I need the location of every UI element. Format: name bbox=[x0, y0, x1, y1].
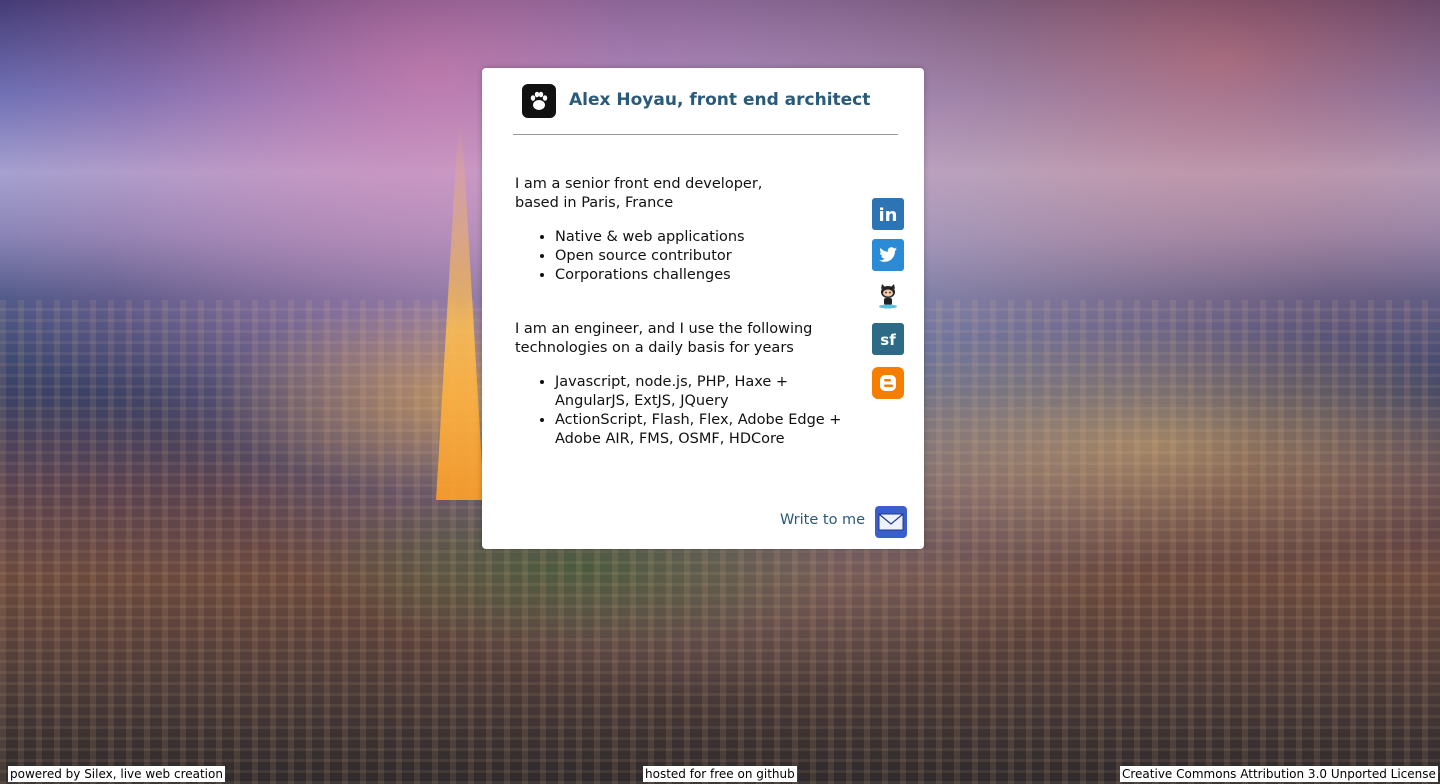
tech-line: Adobe AIR, FMS, OSMF, HDCore bbox=[555, 431, 785, 447]
linkedin-label: in bbox=[879, 205, 898, 226]
list-item: Corporations challenges bbox=[555, 266, 855, 285]
page-title: Alex Hoyau, front end architect bbox=[569, 90, 871, 110]
profile-card: Alex Hoyau, front end architect I am a s… bbox=[482, 68, 924, 549]
tech-line: ActionScript, Flash, Flex, Adobe Edge + bbox=[555, 412, 842, 428]
powered-prefix: powered by bbox=[10, 767, 85, 781]
engineer-line-1: I am an engineer, and I use the followin… bbox=[515, 321, 813, 337]
mail-icon[interactable] bbox=[875, 506, 907, 538]
about-section: I am a senior front end developer, based… bbox=[515, 175, 855, 449]
sourceforge-label: sf bbox=[880, 331, 896, 349]
linkedin-icon[interactable]: in bbox=[871, 197, 905, 231]
paw-icon[interactable] bbox=[522, 84, 556, 118]
footer-powered-by: powered by Silex, live web creation bbox=[8, 766, 225, 782]
tech-list: Javascript, node.js, PHP, Haxe + Angular… bbox=[515, 373, 855, 449]
list-item: ActionScript, Flash, Flex, Adobe Edge + … bbox=[555, 411, 855, 449]
list-item: Javascript, node.js, PHP, Haxe + Angular… bbox=[555, 373, 855, 411]
skills-list: Native & web applications Open source co… bbox=[515, 228, 855, 285]
engineer-line-2: technologies on a daily basis for years bbox=[515, 340, 794, 356]
twitter-icon[interactable] bbox=[871, 238, 905, 272]
write-to-me-link[interactable]: Write to me bbox=[780, 512, 865, 528]
intro-line-2: based in Paris, France bbox=[515, 195, 674, 211]
tech-line: Javascript, node.js, PHP, Haxe + bbox=[555, 374, 789, 390]
divider bbox=[513, 134, 898, 135]
blogger-icon[interactable] bbox=[871, 366, 905, 400]
footer-license-link[interactable]: Creative Commons Attribution 3.0 Unporte… bbox=[1120, 766, 1438, 782]
sourceforge-icon[interactable]: sf bbox=[871, 322, 905, 356]
list-item: Native & web applications bbox=[555, 228, 855, 247]
footer-hosted-link[interactable]: hosted for free on github bbox=[643, 766, 797, 782]
intro-line-1: I am a senior front end developer, bbox=[515, 176, 763, 192]
silex-link[interactable]: Silex, live web creation bbox=[84, 767, 223, 781]
tech-line: AngularJS, ExtJS, JQuery bbox=[555, 393, 729, 409]
github-icon[interactable] bbox=[871, 279, 905, 313]
list-item: Open source contributor bbox=[555, 247, 855, 266]
